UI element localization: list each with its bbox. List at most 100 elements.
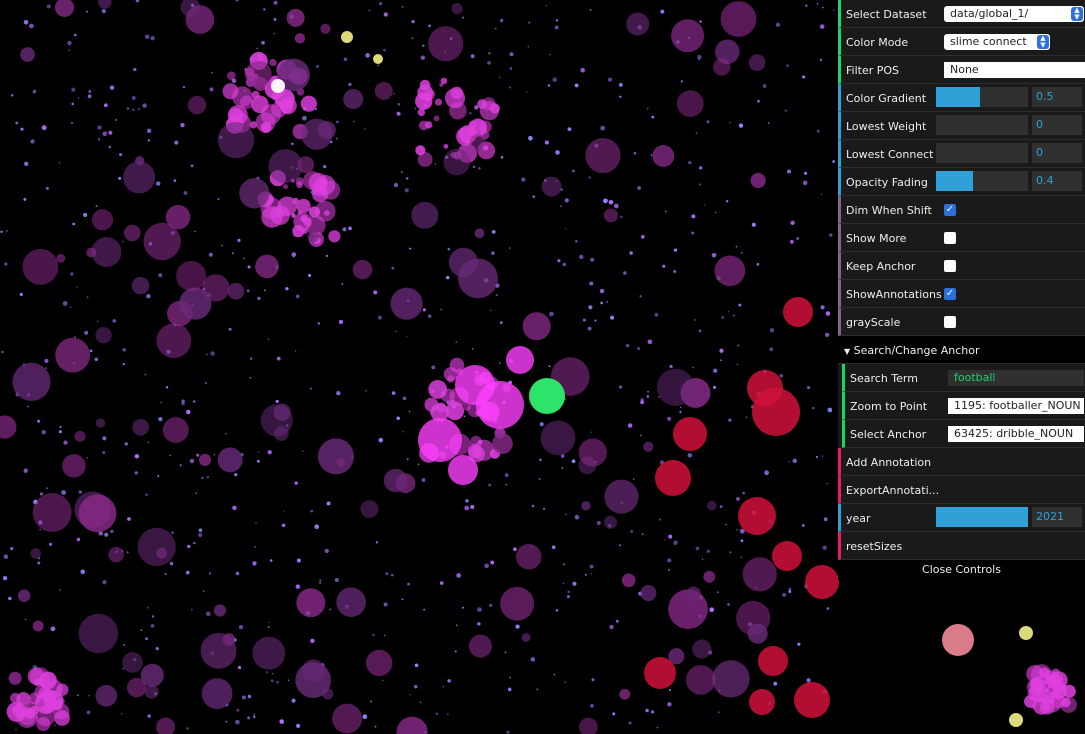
word-bubble[interactable] [156,717,176,734]
word-point[interactable] [23,161,29,167]
word-point[interactable] [553,673,556,676]
word-bubble[interactable] [451,3,463,15]
word-bubble[interactable] [165,204,191,230]
word-point[interactable] [531,504,535,508]
word-bubble[interactable] [156,323,192,359]
word-point[interactable] [688,161,692,165]
word-point[interactable] [68,49,71,52]
word-point[interactable] [234,473,238,477]
word-point[interactable] [618,82,623,87]
word-point[interactable] [594,319,597,322]
word-point[interactable] [86,10,89,13]
word-bubble[interactable] [213,604,227,617]
word-bubble[interactable] [108,546,124,563]
word-point[interactable] [377,315,382,320]
word-point[interactable] [738,123,744,128]
word-point[interactable] [525,90,528,93]
word-bubble[interactable] [332,703,363,734]
word-bubble[interactable] [336,458,346,467]
word-point[interactable] [276,680,279,684]
word-bubble[interactable] [217,121,255,159]
word-bubble[interactable] [373,54,383,64]
word-bubble[interactable] [293,212,312,231]
word-point[interactable] [247,716,251,720]
word-point[interactable] [528,21,531,24]
word-bubble[interactable] [135,156,145,166]
word-point[interactable] [315,64,319,68]
word-point[interactable] [640,434,642,437]
word-point[interactable] [656,726,659,729]
word-point[interactable] [764,470,770,476]
word-bubble[interactable] [123,161,156,194]
word-point[interactable] [630,530,633,533]
word-point[interactable] [608,77,613,82]
word-point[interactable] [235,571,240,576]
word-point[interactable] [579,254,584,260]
word-point[interactable] [720,359,723,362]
word-point[interactable] [775,22,781,27]
word-bubble[interactable] [581,501,591,511]
word-point[interactable] [422,308,426,312]
word-point[interactable] [555,609,559,612]
word-point[interactable] [193,541,196,545]
word-bubble[interactable] [200,632,237,669]
word-point[interactable] [186,727,189,730]
word-bubble[interactable] [1044,696,1053,704]
color-mode-dropdown[interactable]: slime connect ▲ ▼ [944,34,1050,50]
word-point[interactable] [341,283,344,285]
word-point[interactable] [680,80,683,83]
word-point[interactable] [521,177,526,182]
word-point[interactable] [591,678,595,682]
word-point[interactable] [615,619,619,623]
word-point[interactable] [695,546,700,551]
word-point[interactable] [729,551,732,554]
word-point[interactable] [249,357,253,360]
word-bubble[interactable] [748,54,766,72]
word-point[interactable] [647,339,653,345]
word-point[interactable] [50,626,56,632]
word-point[interactable] [261,40,265,45]
word-point[interactable] [102,131,108,137]
word-bubble[interactable] [28,692,41,705]
word-point[interactable] [790,239,794,244]
word-point[interactable] [687,453,693,458]
word-bubble[interactable] [162,417,189,443]
word-point[interactable] [815,455,819,459]
word-bubble[interactable] [312,186,329,203]
word-bubble[interactable] [676,90,704,118]
word-point[interactable] [713,385,717,389]
word-point[interactable] [477,622,481,626]
word-point[interactable] [554,25,559,30]
word-point[interactable] [698,329,702,333]
word-bubble[interactable] [603,515,618,529]
word-point[interactable] [383,602,388,607]
word-point[interactable] [547,84,551,87]
word-bubble[interactable] [95,418,106,428]
word-point[interactable] [270,679,274,683]
word-bubble[interactable] [516,543,542,570]
word-point[interactable] [147,139,150,142]
word-point[interactable] [736,529,738,531]
word-point[interactable] [54,724,56,726]
anchor-folder-title[interactable]: ▼ Search/Change Anchor [838,336,1085,364]
word-bubble[interactable] [626,12,650,36]
word-point[interactable] [112,319,117,323]
word-point[interactable] [122,363,125,366]
word-bubble[interactable] [652,145,675,167]
word-point[interactable] [150,35,155,41]
word-point[interactable] [509,67,513,70]
word-bubble[interactable] [47,696,56,704]
word-point[interactable] [335,137,338,140]
word-bubble[interactable] [295,662,332,699]
word-point[interactable] [727,311,730,313]
word-point[interactable] [640,400,644,405]
word-point[interactable] [19,292,23,297]
word-point[interactable] [762,84,767,88]
word-point[interactable] [319,581,322,584]
word-bubble[interactable] [294,33,306,44]
word-point[interactable] [73,33,77,37]
word-point[interactable] [725,523,727,526]
word-point[interactable] [271,672,274,675]
word-point[interactable] [186,409,191,415]
word-point[interactable] [3,554,9,560]
